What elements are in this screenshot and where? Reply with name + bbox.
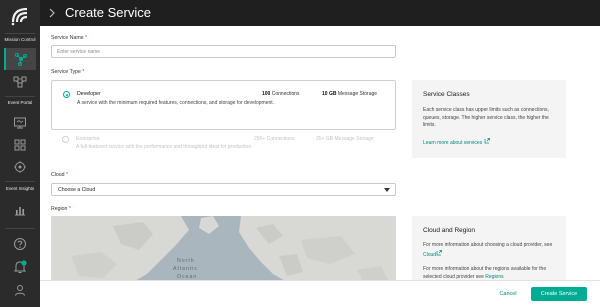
solace-logo-icon[interactable] (8, 5, 32, 27)
sidebar-item-help[interactable] (9, 234, 31, 254)
service-type-connections: 100 Connections (262, 91, 300, 97)
user-icon (15, 285, 25, 296)
sidebar-divider (5, 96, 35, 97)
service-type-option-enterprise[interactable]: Enterprise 250+ Connections 25+ GB Messa… (51, 132, 396, 162)
bell-icon (13, 260, 27, 273)
bar-chart-icon (15, 207, 25, 216)
service-classes-title: Service Classes (423, 91, 470, 98)
radio-button-selected[interactable] (63, 91, 70, 98)
service-name-input[interactable] (51, 45, 396, 58)
cloud-label: Cloud * (51, 172, 69, 178)
cluster-icon (15, 53, 27, 66)
sidebar-caption-event-insights: Event Insights (5, 186, 35, 191)
page-header: Create Service (40, 0, 600, 26)
sidebar-item-catalog[interactable] (9, 135, 31, 155)
mesh-icon (13, 76, 27, 88)
form-footer: Cancel Create Service (40, 280, 600, 307)
chevron-right-icon[interactable] (46, 7, 58, 19)
sidebar-item-cluster-manager[interactable] (4, 48, 36, 70)
cancel-button[interactable]: Cancel (488, 287, 528, 301)
designer-icon (14, 117, 26, 129)
map-label-atlantic: Atlantic (173, 266, 198, 272)
service-classes-text: Each service class has upper limits such… (423, 107, 549, 128)
help-icon (14, 238, 26, 250)
sidebar-item-designer[interactable] (9, 113, 31, 133)
page-title: Create Service (65, 5, 151, 20)
discovery-icon (14, 161, 26, 173)
map-label-north: North (177, 258, 195, 264)
region-label: Region * (51, 206, 71, 212)
sidebar-item-mesh-manager[interactable] (9, 72, 31, 92)
service-type-option-developer[interactable]: Developer 100 Connections 10 GB Message … (51, 80, 396, 130)
service-type-description: A full-featured service with the perform… (76, 144, 253, 150)
external-link-icon (436, 249, 442, 255)
service-type-storage: 10 GB Message Storage (322, 91, 378, 97)
create-service-button[interactable]: Create Service (531, 287, 587, 301)
catalog-icon (14, 139, 26, 151)
sidebar-item-discovery[interactable] (9, 157, 31, 177)
sidebar-divider (5, 33, 35, 34)
cloud-select-value: Choose a Cloud (58, 187, 96, 193)
cloud-select[interactable]: Choose a Cloud (51, 183, 396, 196)
external-link-icon (484, 138, 490, 144)
sidebar-caption-mission-control: Mission Control (4, 37, 36, 42)
sidebar: Mission Control Event Portal Event Insig… (0, 0, 40, 307)
sidebar-divider (5, 181, 35, 182)
sidebar-item-insights[interactable] (9, 200, 31, 220)
sidebar-item-notifications[interactable] (9, 257, 31, 277)
sidebar-caption-event-portal: Event Portal (7, 100, 33, 105)
service-type-description: A service with the minimum required feat… (77, 100, 275, 106)
cloud-region-text-1: For more information about choosing a cl… (423, 242, 553, 258)
radio-button-unselected[interactable] (62, 136, 69, 143)
service-type-label: Service Type * (51, 69, 85, 75)
service-type-connections: 250+ Connections (254, 136, 295, 142)
service-type-name: Developer (77, 91, 101, 97)
cloud-region-text-2: For more information about the regions a… (423, 266, 547, 280)
sidebar-item-user-account[interactable] (9, 280, 31, 300)
regions-link[interactable]: Regions (485, 274, 503, 280)
service-type-name: Enterprise (76, 136, 100, 142)
caret-down-icon (384, 188, 390, 192)
cloud-region-title: Cloud and Region (423, 227, 476, 234)
sidebar-divider (5, 228, 35, 229)
cloud-link[interactable]: Cloud (423, 252, 436, 258)
service-name-label: Service Name * (51, 35, 88, 41)
service-classes-panel: Service Classes Each service class has u… (412, 80, 566, 158)
service-type-storage: 25+ GB Message Storage (316, 136, 374, 142)
learn-more-services-link[interactable]: Learn more about services (423, 138, 559, 148)
